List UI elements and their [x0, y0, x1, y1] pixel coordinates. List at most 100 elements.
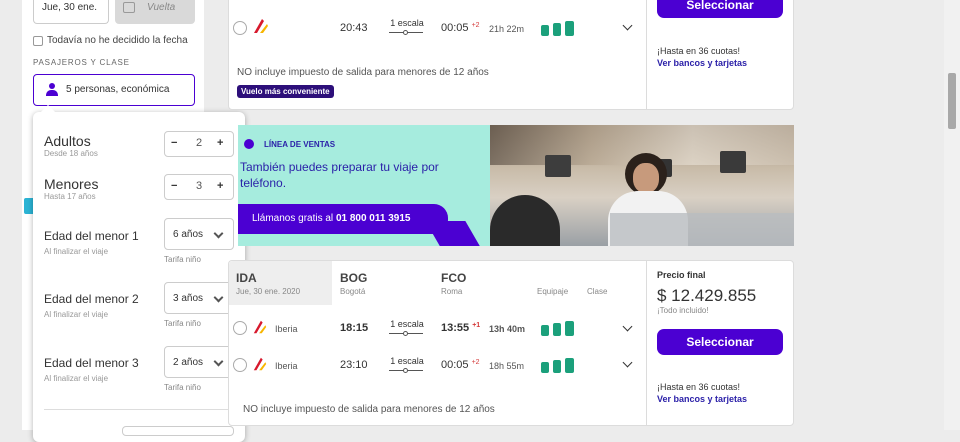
card2-from-city: Bogotá [340, 287, 366, 296]
card2-banks-link[interactable]: Ver bancos y tarjetas [657, 394, 747, 404]
minor-fare-2: Tarifa niño [164, 319, 201, 328]
flight2-airline: Iberia [275, 361, 298, 371]
minors-sublabel: Hasta 17 años [44, 192, 96, 201]
card1-duration: 21h 22m [489, 24, 525, 34]
baggage-icons [541, 20, 575, 36]
card2-note: NO incluye impuesto de salida para menor… [243, 404, 495, 415]
baggage-icons [541, 320, 575, 336]
flight2-arrival: 00:05 +2 [441, 359, 480, 371]
card1-arrival-time: 00:05 [441, 22, 469, 34]
flight1-airline: Iberia [275, 324, 298, 334]
undecided-label: Todavía no he decidido la fecha [47, 35, 188, 46]
card1-select-button[interactable]: Seleccionar [657, 0, 783, 18]
undecided-checkbox[interactable] [33, 36, 43, 46]
adults-sublabel: Desde 18 años [44, 149, 98, 158]
adults-stepper[interactable]: − 2 + [164, 131, 234, 157]
minors-label: Menores [44, 176, 99, 192]
flight2-plus-days: +2 [471, 359, 480, 366]
pax-section-title: PASAJEROS Y CLASE [33, 58, 130, 67]
flight1-arrival-time: 13:55 [441, 322, 470, 334]
sales-banner: LÍNEA DE VENTAS También puedes preparar … [238, 125, 794, 246]
departure-date-value: Jue, 30 ene. [42, 2, 98, 13]
minor-age-label-2: Edad del menor 2 [44, 292, 139, 306]
calendar-icon [123, 2, 135, 13]
baggage-icons [541, 357, 575, 373]
minor-fare-3: Tarifa niño [164, 383, 201, 392]
person-icon [46, 83, 58, 97]
banner-cta[interactable]: Llámanos gratis al 01 800 011 3915 [238, 204, 448, 234]
return-placeholder: Vuelta [147, 2, 176, 13]
flight-radio[interactable] [233, 358, 247, 372]
flight-radio[interactable] [233, 21, 247, 35]
minor-age-select-2[interactable]: 3 años [164, 282, 234, 314]
flight1-duration: 13h 40m [489, 324, 526, 334]
minor-age-select-3[interactable]: 2 años [164, 346, 234, 378]
card2-select-button[interactable]: Seleccionar [657, 329, 783, 355]
card1-banks-link[interactable]: Ver bancos y tarjetas [657, 58, 747, 68]
card1-stops-label: 1 escala [390, 18, 424, 28]
flight1-stops: 1 escala [389, 319, 425, 339]
flight2-stops: 1 escala [389, 356, 425, 376]
call-center-photo [490, 125, 794, 246]
flight1-stops-label: 1 escala [390, 319, 424, 329]
headset-icon [244, 139, 254, 149]
flight2-stops-label: 1 escala [390, 356, 424, 366]
minor-age-value-2: 3 años [173, 293, 204, 304]
pax-select[interactable]: 5 personas, económica [33, 74, 195, 106]
adults-minus-button[interactable]: − [171, 137, 177, 149]
card2-to-code: FCO [441, 271, 467, 285]
card2-price-label: Precio final [657, 270, 706, 280]
flight1-arrival: 13:55 +1 [441, 322, 480, 334]
flight2-duration: 18h 55m [489, 361, 525, 371]
minor-fare-1: Tarifa niño [164, 255, 201, 264]
chevron-down-icon [213, 228, 224, 239]
minor-age-sublabel-1: Al finalizar el viaje [44, 247, 109, 256]
minors-plus-button[interactable]: + [217, 180, 223, 192]
card2-to-city: Roma [441, 287, 463, 296]
banner-cta-prefix: Llámanos gratis al [252, 213, 336, 224]
card1-arrival: 00:05 +2 [441, 22, 480, 34]
banner-text: También puedes preparar tu viaje por tel… [240, 160, 439, 190]
minor-age-select-1[interactable]: 6 años [164, 218, 234, 250]
card2-price: $ 12.429.855 [657, 286, 757, 305]
card2-col-bag: Equipaje [537, 287, 569, 296]
adults-plus-button[interactable]: + [217, 137, 223, 149]
banner-tag: LÍNEA DE VENTAS [264, 140, 336, 149]
pax-value: 5 personas, económica [66, 84, 170, 95]
pax-popup-divider [44, 409, 236, 410]
card2-ida: IDA [236, 271, 257, 285]
card1-badge: Vuelo más conveniente [237, 85, 334, 98]
minor-age-sublabel-2: Al finalizar el viaje [44, 310, 109, 319]
iberia-logo [252, 17, 270, 35]
flight2-arrival-time: 00:05 [441, 359, 469, 371]
card1-divider [646, 0, 647, 109]
banner-cta-tail [425, 221, 483, 246]
adults-label: Adultos [44, 133, 91, 149]
scrollbar-track[interactable] [944, 0, 960, 430]
return-date-field[interactable]: Vuelta [115, 0, 195, 24]
flight2-departure: 23:10 [340, 359, 368, 371]
card1-plus-days: +2 [471, 22, 480, 29]
departure-date-field[interactable]: Jue, 30 ene. [33, 0, 109, 24]
minor-age-label-1: Edad del menor 1 [44, 229, 139, 243]
pax-popup-next-field[interactable] [122, 426, 234, 436]
card2-installments: ¡Hasta en 36 cuotas! [657, 382, 741, 392]
chevron-down-icon [213, 292, 224, 303]
minor-age-sublabel-3: Al finalizar el viaje [44, 374, 109, 383]
minors-stepper[interactable]: − 3 + [164, 174, 234, 200]
minor-age-label-3: Edad del menor 3 [44, 356, 139, 370]
chevron-down-icon [213, 356, 224, 367]
pax-popup [33, 104, 245, 442]
card2-divider [646, 261, 647, 426]
minor-age-value-3: 2 años [173, 357, 204, 368]
minor-age-value-1: 6 años [173, 229, 204, 240]
flight-radio[interactable] [233, 321, 247, 335]
card1-stops: 1 escala [389, 18, 425, 38]
scrollbar-thumb[interactable] [948, 73, 956, 129]
flight1-departure: 18:15 [340, 322, 369, 334]
minors-minus-button[interactable]: − [171, 180, 177, 192]
card1-installments: ¡Hasta en 36 cuotas! [657, 46, 741, 56]
iberia-logo [252, 319, 268, 335]
adults-count: 2 [196, 137, 203, 149]
card2-date: Jue, 30 ene. 2020 [236, 287, 301, 296]
